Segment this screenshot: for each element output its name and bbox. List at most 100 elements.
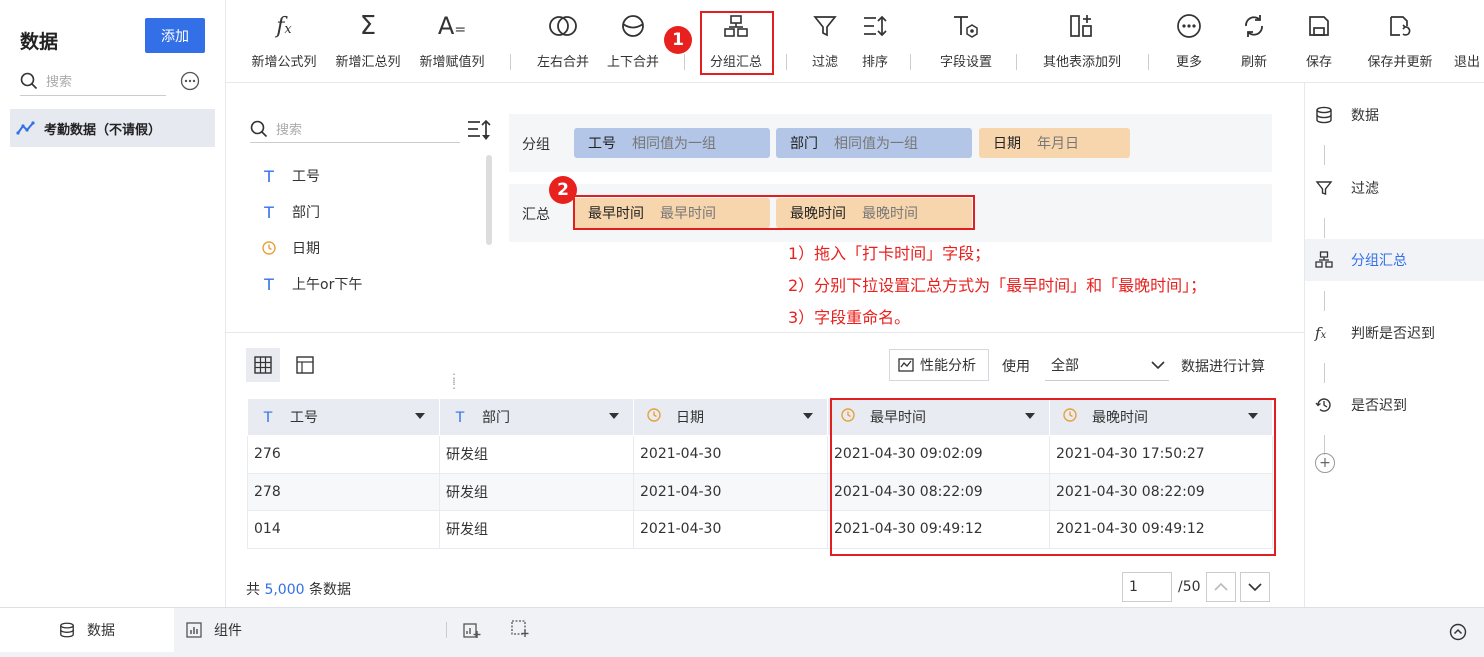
- step-is-late[interactable]: 是否迟到: [1305, 384, 1484, 426]
- table-cell[interactable]: 2021-04-30: [633, 510, 828, 549]
- clock-icon: [262, 241, 276, 255]
- column-label: 部门: [482, 410, 510, 426]
- caret-down-icon[interactable]: [415, 413, 425, 419]
- add-step-button[interactable]: +: [1315, 453, 1335, 473]
- toolbar-divider: [786, 54, 787, 70]
- tab-label: 数据: [87, 623, 115, 639]
- search-icon: [250, 120, 268, 137]
- field-settings-button[interactable]: 字段设置: [928, 10, 1004, 70]
- toolbar-label: 字段设置: [939, 55, 992, 70]
- group-chip[interactable]: 工号 相同值为一组: [574, 128, 770, 158]
- field-list-scrollbar[interactable]: [486, 155, 492, 245]
- performance-analysis-button[interactable]: 性能分析: [889, 349, 989, 381]
- exit-button[interactable]: 退出: [1454, 10, 1484, 70]
- select-value: 全部: [1051, 357, 1079, 374]
- table-cell[interactable]: 研发组: [439, 472, 634, 511]
- step-group-summary[interactable]: 分组汇总: [1305, 239, 1484, 281]
- column-header[interactable]: 日期: [633, 398, 828, 436]
- add-summary-column-button[interactable]: Σ 新增汇总列: [330, 10, 406, 70]
- toolbar-label: 刷新: [1240, 55, 1267, 70]
- add-formula-column-button[interactable]: fx 新增公式列: [246, 10, 322, 71]
- dataset-label: 考勤数据（不请假）: [44, 122, 162, 138]
- merge-vertical-button[interactable]: 上下合并: [600, 10, 666, 70]
- group-chip[interactable]: 日期 年月日: [979, 128, 1130, 158]
- tab-component[interactable]: 组件: [186, 608, 242, 652]
- add-button[interactable]: 添加: [145, 18, 205, 53]
- add-dashboard-icon[interactable]: [511, 620, 529, 638]
- table-cell[interactable]: 2021-04-30: [633, 472, 828, 511]
- step-connector: [1324, 145, 1325, 165]
- toolbar-label: 退出: [1454, 55, 1481, 70]
- history-icon: [1315, 398, 1331, 412]
- database-icon: [60, 622, 74, 638]
- field-label: 日期: [292, 241, 320, 257]
- group-summary-highlight: [700, 11, 774, 75]
- grid-view-button[interactable]: [246, 348, 280, 382]
- page-number-input[interactable]: 1: [1122, 572, 1172, 602]
- step-label: 判断是否迟到: [1351, 326, 1435, 342]
- next-page-button[interactable]: [1240, 572, 1270, 602]
- row-count-select[interactable]: 全部: [1045, 349, 1169, 381]
- step-label: 数据: [1351, 108, 1379, 124]
- dataset-search-input[interactable]: 搜索: [20, 66, 166, 96]
- toolbar-label: 新增公式列: [251, 55, 317, 70]
- table-cell[interactable]: 2021-04-30: [633, 435, 828, 474]
- search-placeholder: 搜索: [276, 123, 303, 138]
- plus-icon: +: [1319, 455, 1331, 471]
- more-button[interactable]: 更多: [1166, 10, 1212, 70]
- save-button[interactable]: 保存: [1296, 10, 1342, 70]
- toolbar-label: 新增汇总列: [335, 55, 401, 70]
- field-search-input[interactable]: 搜索: [250, 115, 460, 143]
- more-options-icon[interactable]: [180, 71, 200, 91]
- step-filter[interactable]: 过滤: [1305, 167, 1484, 209]
- table-cell[interactable]: 研发组: [439, 435, 634, 474]
- field-item[interactable]: 日期: [262, 234, 320, 262]
- line-chart-icon: [16, 121, 35, 135]
- layout-view-button[interactable]: [288, 348, 322, 382]
- toolbar-label: 左右合并: [536, 55, 589, 70]
- column-header[interactable]: T 部门: [439, 398, 634, 436]
- prev-page-button[interactable]: [1206, 572, 1236, 602]
- refresh-button[interactable]: 刷新: [1231, 10, 1277, 70]
- table-cell[interactable]: 014: [247, 510, 440, 549]
- toolbar-divider: [910, 54, 911, 70]
- more-icon: [1177, 14, 1201, 38]
- field-item[interactable]: T 部门: [262, 198, 320, 226]
- add-column-from-other-table-button[interactable]: 其他表添加列: [1032, 10, 1132, 70]
- toolbar-label: 保存并更新: [1367, 55, 1433, 70]
- add-assign-column-button[interactable]: A= 新增赋值列: [414, 10, 490, 70]
- sort-button[interactable]: 排序: [852, 10, 898, 70]
- resize-handle[interactable]: ⋮ ⋮: [448, 372, 460, 390]
- dataset-item[interactable]: 考勤数据（不请假）: [10, 109, 215, 147]
- text-type-icon: T: [264, 274, 274, 294]
- tab-data[interactable]: 数据: [0, 608, 174, 652]
- field-item[interactable]: T 工号: [262, 162, 320, 190]
- table-cell[interactable]: 278: [247, 472, 440, 511]
- merge-horizontal-button[interactable]: 左右合并: [530, 10, 596, 70]
- field-sort-icon[interactable]: [466, 119, 492, 141]
- chevron-down-icon: [1248, 583, 1262, 592]
- step-connector: [1324, 363, 1325, 383]
- column-header[interactable]: T 工号: [247, 398, 440, 436]
- filter-icon: [1315, 181, 1333, 195]
- add-component-icon[interactable]: [463, 621, 481, 639]
- instruction-note: 2）分别下拉设置汇总方式为「最早时间」和「最晚时间」；: [788, 276, 1207, 295]
- total-number: 5,000: [264, 582, 305, 598]
- table-cell[interactable]: 276: [247, 435, 440, 474]
- table-cell[interactable]: 研发组: [439, 510, 634, 549]
- panel-title: 数据: [20, 31, 59, 53]
- step-badge-2: 2: [549, 176, 577, 204]
- caret-down-icon[interactable]: [609, 413, 619, 419]
- step-data[interactable]: 数据: [1305, 94, 1484, 136]
- step-judge-late[interactable]: fx 判断是否迟到: [1305, 312, 1484, 354]
- caret-down-icon[interactable]: [803, 413, 813, 419]
- column-label: 日期: [676, 410, 704, 426]
- page-value: 1: [1129, 579, 1138, 595]
- save-and-update-button[interactable]: 保存并更新: [1360, 10, 1440, 70]
- field-item[interactable]: T 上午or下午: [262, 270, 362, 298]
- chip-field: 工号: [588, 136, 616, 152]
- filter-button[interactable]: 过滤: [802, 10, 848, 70]
- use-label: 使用: [1002, 359, 1030, 375]
- collapse-up-icon[interactable]: [1449, 623, 1467, 641]
- group-chip[interactable]: 部门 相同值为一组: [776, 128, 972, 158]
